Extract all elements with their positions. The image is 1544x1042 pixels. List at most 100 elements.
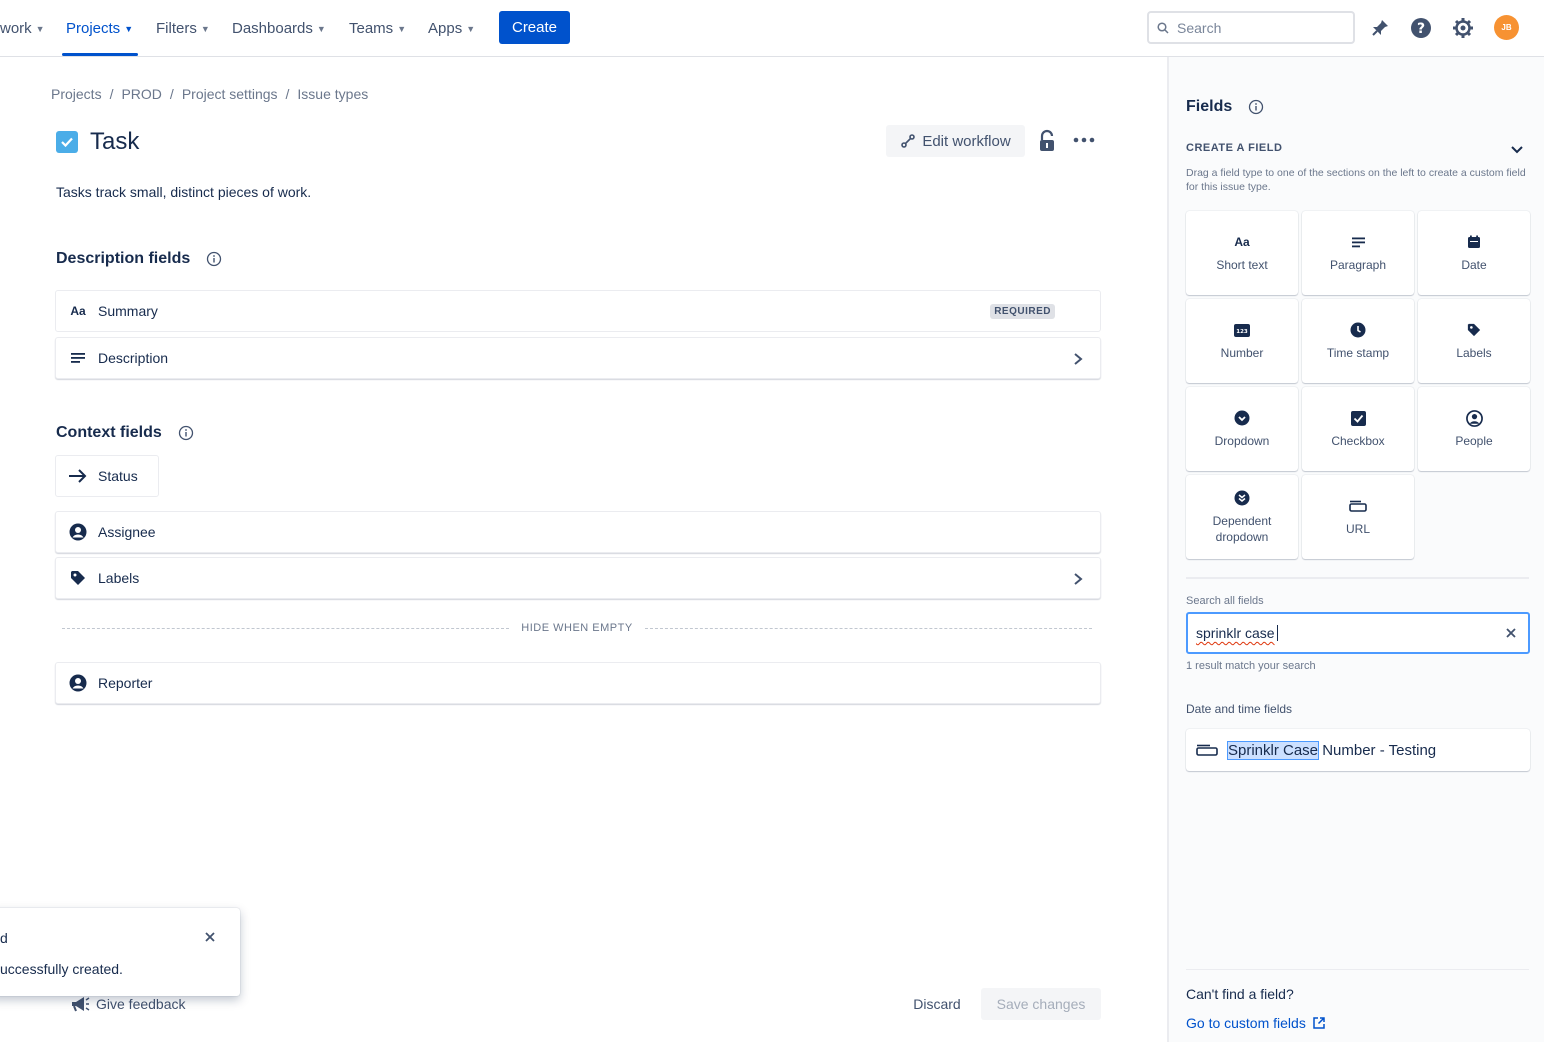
field-type-dropdown[interactable]: Dropdown [1186, 387, 1298, 471]
field-type-checkbox[interactable]: Checkbox [1302, 387, 1414, 471]
field-type-label: Paragraph [1329, 258, 1387, 272]
field-type-label: Short text [1216, 258, 1268, 272]
url-icon [1196, 744, 1218, 756]
unlock-icon[interactable] [1036, 129, 1058, 153]
more-actions-icon[interactable] [1072, 130, 1096, 150]
breadcrumb-projects[interactable]: Projects [51, 86, 102, 102]
field-label: Description [98, 350, 169, 366]
breadcrumb-separator: / [169, 86, 174, 102]
field-label: Labels [98, 570, 140, 586]
clock-icon [1349, 321, 1367, 339]
nav-apps-label: Apps [428, 19, 463, 37]
field-type-dependent-dropdown[interactable]: Dependent dropdown [1186, 475, 1298, 559]
field-type-people[interactable]: People [1418, 387, 1530, 471]
breadcrumb-separator: / [285, 86, 290, 102]
discard-button[interactable]: Discard [905, 988, 969, 1020]
create-button[interactable]: Create [499, 11, 570, 44]
toast-body: uccessfully created. [0, 961, 123, 977]
hide-when-empty-divider: HIDE WHEN EMPTY [62, 620, 1092, 636]
field-type-labels[interactable]: Labels [1418, 299, 1530, 383]
search-match-highlight: Sprinklr Case [1226, 740, 1320, 760]
chevron-right-icon[interactable] [1070, 349, 1086, 369]
global-search-input[interactable]: Search [1147, 11, 1355, 44]
tag-icon [68, 568, 88, 588]
info-icon[interactable] [178, 425, 194, 441]
field-type-label: People [1455, 434, 1493, 448]
edit-workflow-label: Edit workflow [922, 132, 1011, 150]
edit-workflow-button[interactable]: Edit workflow [886, 125, 1025, 157]
field-type-time-stamp[interactable]: Time stamp [1302, 299, 1414, 383]
arrow-right-icon [69, 469, 87, 483]
go-to-custom-fields-link[interactable]: Go to custom fields [1186, 1015, 1326, 1031]
hide-when-empty-label: HIDE WHEN EMPTY [521, 622, 633, 634]
field-row-labels[interactable]: Labels [55, 557, 1101, 599]
breadcrumb-separator: / [109, 86, 114, 102]
help-icon[interactable]: ? [1409, 16, 1433, 40]
status-field-chip[interactable]: Status [55, 455, 159, 497]
nav-filters[interactable]: Filters ▼ [156, 17, 210, 39]
gear-icon[interactable] [1451, 16, 1475, 40]
field-row-description[interactable]: Description [55, 337, 1101, 379]
nav-projects[interactable]: Projects ▼ [66, 17, 133, 39]
success-toast: d uccessfully created. [0, 908, 240, 996]
field-label: Summary [98, 303, 158, 319]
dropdown-icon [1233, 409, 1251, 427]
search-result-item[interactable]: Sprinklr Case Number - Testing [1186, 729, 1530, 771]
result-group-label: Date and time fields [1186, 702, 1293, 716]
info-icon[interactable] [206, 251, 222, 267]
search-icon [1157, 21, 1169, 34]
megaphone-icon [72, 997, 90, 1012]
fields-panel: Fields CREATE A FIELD Drag a field type … [1167, 57, 1544, 1042]
field-type-grid: Aa Short text Paragraph Date 123 Number … [1186, 211, 1531, 559]
text-caret [1276, 625, 1278, 641]
field-type-date[interactable]: Date [1418, 211, 1530, 295]
close-icon[interactable] [203, 930, 217, 944]
required-badge: REQUIRED [990, 304, 1055, 319]
chevron-down-icon[interactable] [1509, 141, 1525, 157]
checkbox-icon [56, 131, 78, 153]
notifications-icon[interactable] [1368, 16, 1392, 40]
nav-apps[interactable]: Apps ▼ [428, 17, 475, 39]
field-type-label: URL [1345, 522, 1370, 536]
search-fields-input[interactable]: sprinklr case [1186, 612, 1530, 654]
search-result-count: 1 result match your search [1186, 660, 1316, 672]
field-type-label: Time stamp [1326, 346, 1390, 360]
breadcrumb-project-settings[interactable]: Project settings [182, 86, 278, 102]
short-text-icon: Aa [70, 304, 86, 318]
avatar[interactable]: JB [1494, 15, 1519, 40]
field-type-label: Labels [1456, 346, 1492, 360]
field-type-number[interactable]: 123 Number [1186, 299, 1298, 383]
chevron-down-icon: ▼ [124, 24, 134, 34]
title-row: Task [56, 128, 139, 156]
chevron-right-icon[interactable] [1070, 569, 1086, 589]
fields-panel-heading: Fields [1186, 98, 1264, 116]
description-fields-title: Description fields [56, 250, 191, 267]
close-icon[interactable] [1504, 626, 1518, 640]
field-type-paragraph[interactable]: Paragraph [1302, 211, 1414, 295]
field-type-short-text[interactable]: Aa Short text [1186, 211, 1298, 295]
chevron-down-icon: ▼ [316, 24, 326, 34]
dependent-dropdown-icon [1233, 489, 1251, 507]
field-type-label: Date [1461, 258, 1487, 272]
create-field-heading: CREATE A FIELD [1186, 142, 1283, 154]
breadcrumb-project[interactable]: PROD [121, 86, 161, 102]
divider-line [62, 627, 510, 629]
custom-fields-link-label: Go to custom fields [1186, 1015, 1306, 1031]
calendar-icon [1465, 233, 1483, 251]
context-fields-heading: Context fields [56, 424, 194, 442]
short-text-icon: Aa [1234, 235, 1250, 249]
breadcrumb-issue-types[interactable]: Issue types [297, 86, 368, 102]
field-row-reporter[interactable]: Reporter [55, 662, 1101, 704]
field-row-assignee[interactable]: Assignee [55, 511, 1101, 553]
give-feedback-button[interactable]: Give feedback [70, 996, 186, 1012]
nav-teams[interactable]: Teams ▼ [349, 17, 406, 39]
field-row-summary[interactable]: Aa Summary REQUIRED [55, 290, 1101, 332]
nav-your-work[interactable]: work ▼ [0, 17, 45, 39]
field-type-url[interactable]: URL [1302, 475, 1414, 559]
chevron-down-icon: ▼ [466, 24, 476, 34]
context-fields-title: Context fields [56, 424, 162, 441]
save-changes-button[interactable]: Save changes [981, 988, 1101, 1020]
field-type-label: Dropdown [1214, 434, 1270, 448]
info-icon[interactable] [1248, 99, 1264, 115]
nav-dashboards[interactable]: Dashboards ▼ [232, 17, 326, 39]
